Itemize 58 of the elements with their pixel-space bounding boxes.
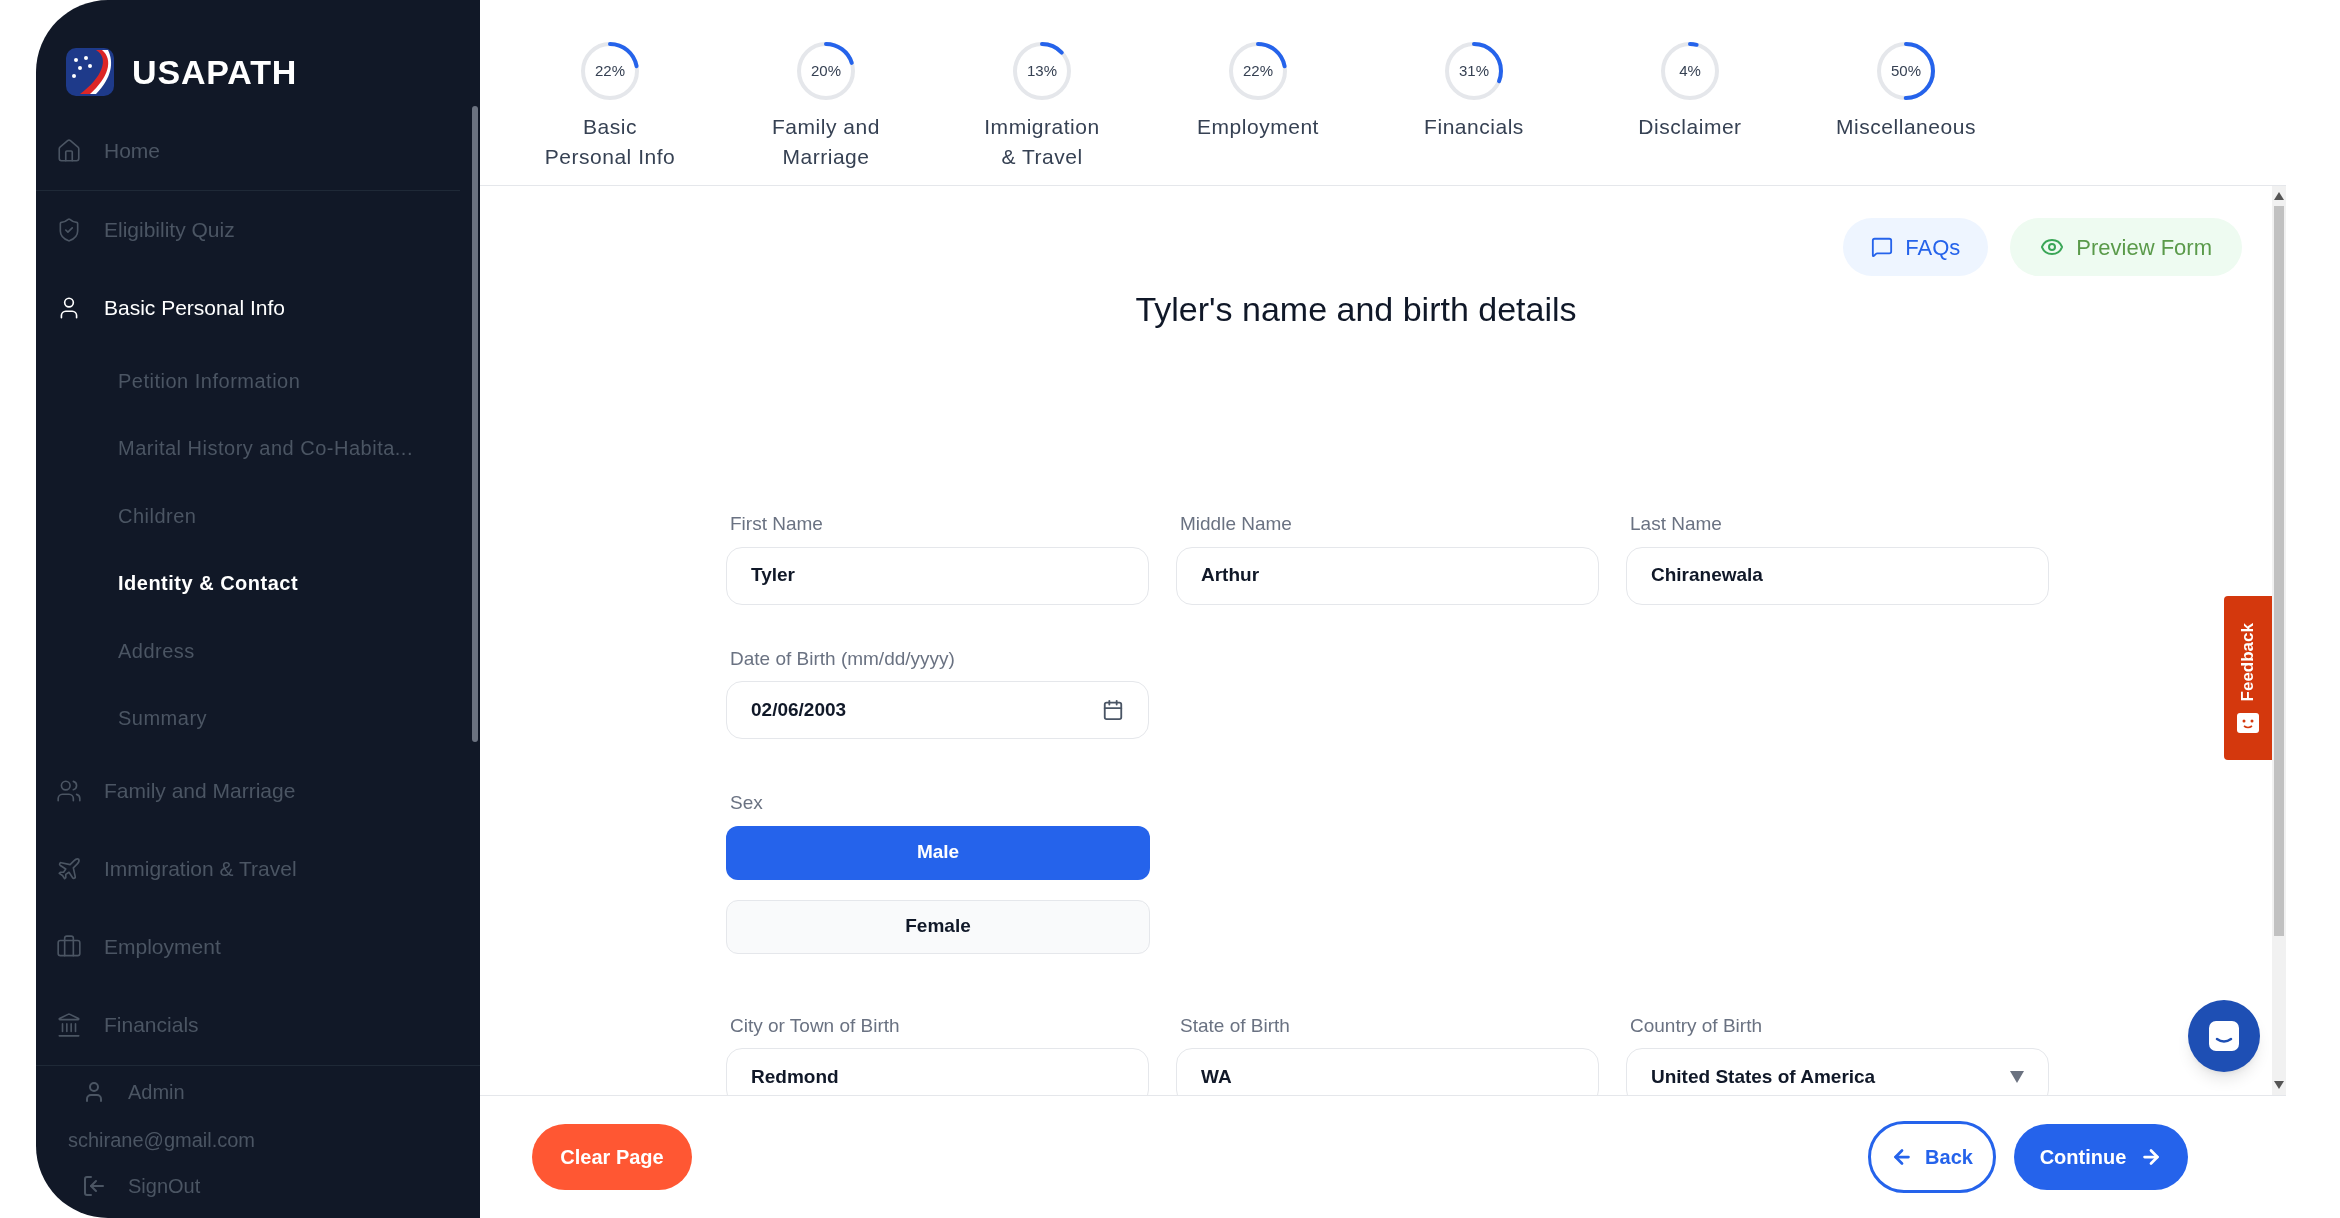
step-label[interactable]: Financials (1424, 112, 1524, 142)
flag-logo-icon (66, 48, 114, 96)
field-label: Date of Birth (mm/dd/yyyy) (729, 646, 956, 671)
field-label: First Name (729, 512, 824, 536)
nav-item[interactable]: Basic Personal Info (36, 269, 480, 347)
continue-button[interactable]: Continue (2014, 1124, 2188, 1190)
chat-icon (1871, 236, 1894, 258)
back-button[interactable]: Back (1868, 1121, 1996, 1193)
brand-name: USAPATH (132, 51, 298, 93)
step-label[interactable]: Family and Marriage (772, 112, 880, 172)
user-name: Admin (128, 1080, 185, 1105)
scroll-up-icon[interactable] (2274, 192, 2284, 200)
nav-icon (56, 778, 82, 804)
input-field[interactable]: Chiranewala (1626, 546, 2049, 605)
scroll-down-icon[interactable] (2274, 1081, 2284, 1089)
caret-icon (2010, 1071, 2024, 1083)
input-field[interactable]: Redmond (726, 1048, 1149, 1095)
percent-text: 31% (1458, 60, 1490, 81)
date-field[interactable]: 02/06/2003 (726, 681, 1149, 739)
step-label[interactable]: Immigration & Travel (984, 112, 1100, 172)
percent-text: 22% (1242, 60, 1274, 81)
percent-text: 22% (594, 60, 626, 81)
calendar-icon[interactable] (1102, 699, 1124, 721)
nav-subitem[interactable]: Identity & Contact (36, 549, 480, 617)
sex-option-button[interactable]: Female (726, 899, 1150, 954)
scroll-thumb[interactable] (2274, 206, 2284, 936)
nav-icon (56, 1012, 82, 1038)
input-field[interactable]: WA (1176, 1048, 1599, 1095)
field-label: Middle Name (1179, 512, 1293, 536)
nav-icon (56, 856, 82, 882)
nav-icon (56, 138, 82, 164)
percent-text: 13% (1026, 60, 1058, 81)
user-email: schirane@gmail.com (68, 1128, 257, 1153)
field-label: State of Birth (1179, 1013, 1291, 1038)
step-label[interactable]: Basic Personal Info (544, 112, 676, 172)
input-field[interactable]: Arthur (1176, 546, 1599, 605)
field-label: Country of Birth (1629, 1013, 1763, 1038)
step-label[interactable]: Employment (1197, 112, 1319, 142)
chat-bubble-icon (2207, 1019, 2241, 1053)
faqs-button[interactable]: FAQs (1843, 218, 1989, 276)
field-label: Sex (729, 791, 764, 815)
smiley-icon (2237, 711, 2259, 734)
step-label[interactable]: Miscellaneous (1836, 112, 1976, 142)
signout-icon (82, 1174, 106, 1198)
percent-text: 50% (1890, 60, 1922, 81)
page-title: Tyler's name and birth details (1134, 289, 1578, 330)
percent-text: 4% (1678, 60, 1702, 81)
step-label[interactable]: Disclaimer (1638, 112, 1742, 142)
sex-option-button[interactable]: Male (726, 825, 1150, 880)
preview-form-button[interactable]: Preview Form (2010, 218, 2242, 276)
percent-text: 20% (810, 60, 842, 81)
feedback-tab[interactable]: Feedback (2224, 596, 2272, 760)
field-label: City or Town of Birth (729, 1013, 901, 1038)
country-select[interactable]: United States of America (1626, 1048, 2049, 1095)
clear-page-button[interactable]: Clear Page (532, 1124, 692, 1190)
input-field[interactable]: Tyler (726, 546, 1149, 605)
field-label: Last Name (1629, 512, 1723, 536)
chat-button[interactable] (2188, 1000, 2260, 1072)
